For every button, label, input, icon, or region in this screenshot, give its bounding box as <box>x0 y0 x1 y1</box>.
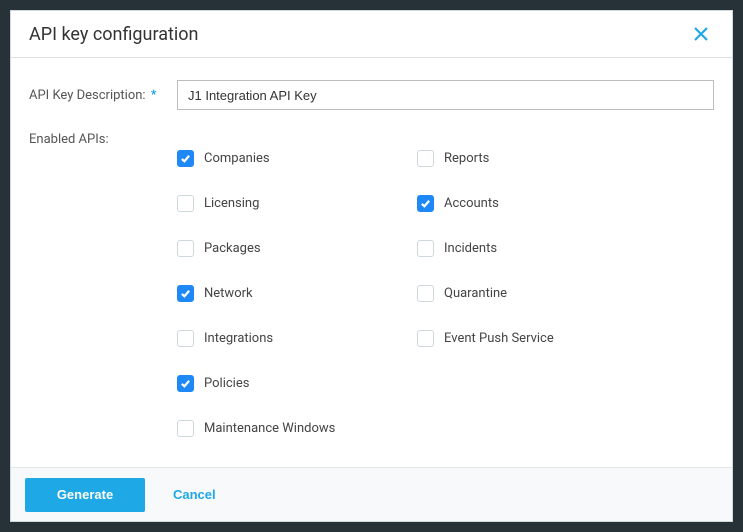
checkbox-box <box>177 330 194 347</box>
dialog-body: API Key Description: * Enabled APIs: Com… <box>11 58 732 467</box>
required-indicator: * <box>151 88 157 103</box>
api-checkbox-eventpush[interactable]: Event Push Service <box>417 330 714 347</box>
checkbox-label: Event Push Service <box>444 331 554 346</box>
checkbox-label: Network <box>204 286 253 301</box>
checkbox-label: Quarantine <box>444 286 507 301</box>
check-icon <box>180 153 191 164</box>
description-label-text: API Key Description: <box>29 88 146 103</box>
api-checkbox-licensing[interactable]: Licensing <box>177 195 417 212</box>
checkbox-label: Accounts <box>444 196 499 211</box>
checkbox-box <box>177 375 194 392</box>
checkbox-box <box>417 150 434 167</box>
checkbox-label: Incidents <box>444 241 497 256</box>
check-icon <box>180 288 191 299</box>
close-button[interactable] <box>688 21 714 47</box>
generate-button[interactable]: Generate <box>25 478 145 512</box>
enabled-apis-grid: Companies Reports Licensing Accounts Pac… <box>177 128 714 437</box>
dialog-title: API key configuration <box>29 24 198 45</box>
dialog-footer: Generate Cancel <box>11 467 732 521</box>
checkbox-box <box>417 195 434 212</box>
description-label: API Key Description: * <box>29 88 177 103</box>
check-icon <box>180 378 191 389</box>
api-checkbox-incidents[interactable]: Incidents <box>417 240 714 257</box>
checkbox-label: Integrations <box>204 331 273 346</box>
checkbox-box <box>417 330 434 347</box>
cancel-button[interactable]: Cancel <box>173 487 216 502</box>
checkbox-label: Policies <box>204 376 249 391</box>
checkbox-box <box>177 240 194 257</box>
checkbox-label: Packages <box>204 241 261 256</box>
checkbox-box <box>417 285 434 302</box>
checkbox-box <box>417 240 434 257</box>
checkbox-label: Companies <box>204 151 270 166</box>
checkbox-box <box>177 285 194 302</box>
checkbox-box <box>177 420 194 437</box>
check-icon <box>420 198 431 209</box>
dialog-header: API key configuration <box>11 11 732 58</box>
checkbox-label: Reports <box>444 151 489 166</box>
api-checkbox-accounts[interactable]: Accounts <box>417 195 714 212</box>
close-icon <box>693 26 709 42</box>
api-checkbox-companies[interactable]: Companies <box>177 150 417 167</box>
api-checkbox-packages[interactable]: Packages <box>177 240 417 257</box>
enabled-apis-label: Enabled APIs: <box>29 128 177 147</box>
checkbox-label: Licensing <box>204 196 259 211</box>
api-key-config-dialog: API key configuration API Key Descriptio… <box>10 10 733 522</box>
api-checkbox-policies[interactable]: Policies <box>177 375 417 392</box>
enabled-apis-row: Enabled APIs: Companies Reports Licensin… <box>29 128 714 437</box>
api-checkbox-network[interactable]: Network <box>177 285 417 302</box>
api-checkbox-quarantine[interactable]: Quarantine <box>417 285 714 302</box>
checkbox-box <box>177 195 194 212</box>
description-row: API Key Description: * <box>29 80 714 110</box>
checkbox-box <box>177 150 194 167</box>
api-checkbox-reports[interactable]: Reports <box>417 150 714 167</box>
api-checkbox-maintenance[interactable]: Maintenance Windows <box>177 420 417 437</box>
checkbox-label: Maintenance Windows <box>204 421 335 436</box>
api-checkbox-integrations[interactable]: Integrations <box>177 330 417 347</box>
api-key-description-input[interactable] <box>177 80 714 110</box>
